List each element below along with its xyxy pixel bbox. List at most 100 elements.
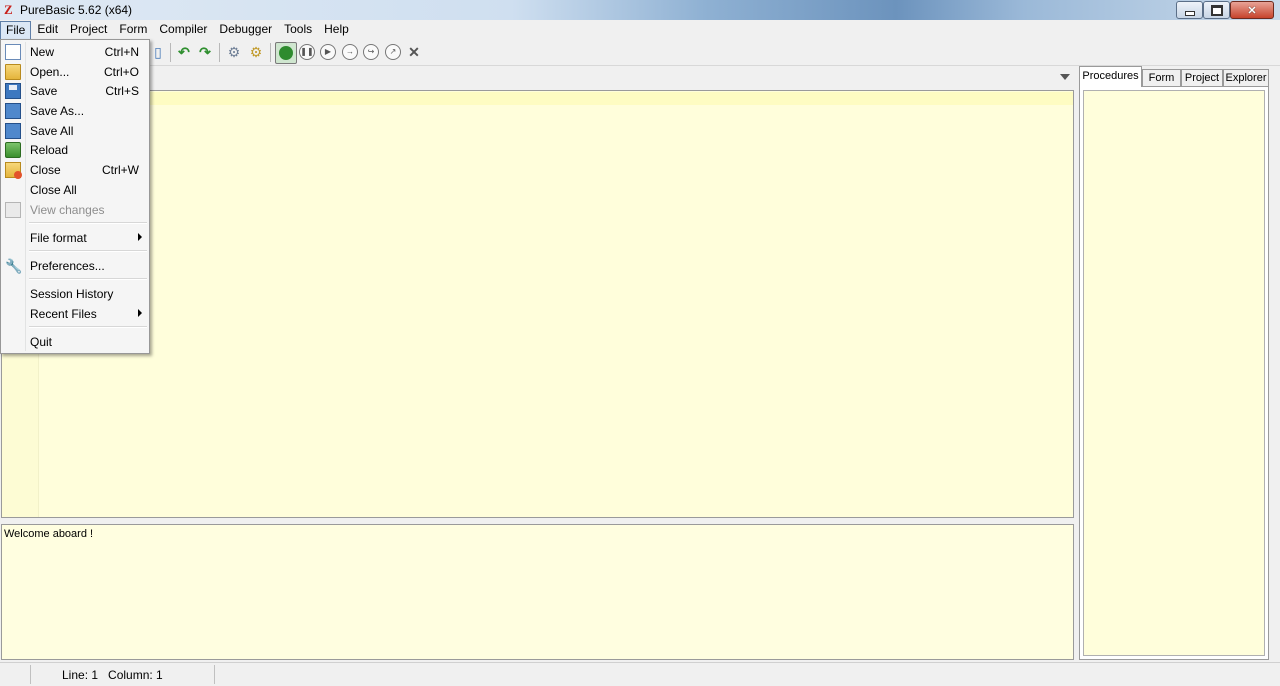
menu-separator xyxy=(29,326,147,328)
cursor-position: Line: 1 Column: 1 xyxy=(62,668,163,682)
output-panel[interactable]: Welcome aboard ! xyxy=(1,524,1074,660)
menu-item-label: Save All xyxy=(30,124,74,138)
menu-item-open[interactable]: Open... Ctrl+O xyxy=(3,62,147,81)
menu-item-save-as[interactable]: Save As... xyxy=(3,101,147,120)
close-file-icon xyxy=(5,162,22,179)
tab-project[interactable]: Project xyxy=(1181,69,1223,86)
menu-tools[interactable]: Tools xyxy=(278,20,318,39)
new-file-icon xyxy=(5,44,21,60)
step-over-icon[interactable]: ↪ xyxy=(363,44,379,60)
status-bar: Line: 1 Column: 1 xyxy=(0,662,1280,686)
menu-item-label: Preferences... xyxy=(30,259,105,273)
menu-item-save[interactable]: Save Ctrl+S xyxy=(3,81,147,100)
view-changes-icon xyxy=(5,202,21,218)
toolbar-separator xyxy=(270,43,271,62)
compile-gear-icon[interactable]: ⚙ xyxy=(226,44,242,60)
tabs-dropdown-icon[interactable] xyxy=(1060,74,1070,80)
step-out-icon[interactable]: ↗ xyxy=(385,44,401,60)
side-panel-tabs: Procedures Form Project Explorer xyxy=(1079,66,1269,87)
menu-item-label: Open... xyxy=(30,65,70,79)
toolbar: ▯ ↶ ↷ ⚙ ⚙ ❚❚ ▶ → ↪ ↗ ✕ xyxy=(0,40,1280,66)
menu-item-shortcut: Ctrl+O xyxy=(103,65,139,79)
menu-item-label: New xyxy=(30,45,55,59)
paste-icon[interactable]: ▯ xyxy=(150,44,166,60)
menu-item-label: View changes xyxy=(30,203,105,217)
menu-item-close[interactable]: Close Ctrl+W xyxy=(3,160,147,179)
menu-item-close-all[interactable]: Close All xyxy=(3,180,147,199)
purebasic-logo-icon: Z xyxy=(4,2,13,17)
close-window-button[interactable]: ✕ xyxy=(1230,1,1274,19)
tab-form[interactable]: Form xyxy=(1142,69,1181,86)
maximize-button[interactable] xyxy=(1203,1,1230,19)
kill-program-icon[interactable]: ✕ xyxy=(406,44,422,60)
menu-item-reload[interactable]: Reload xyxy=(3,140,147,159)
menu-item-label: Save xyxy=(30,84,58,98)
menu-edit[interactable]: Edit xyxy=(31,20,64,39)
toolbar-separator xyxy=(170,43,171,62)
editor-tabs-bar xyxy=(0,66,1076,90)
status-separator xyxy=(214,665,215,684)
file-menu-dropdown: New Ctrl+N Open... Ctrl+O Save Ctrl+S Sa… xyxy=(0,39,150,354)
menu-compiler[interactable]: Compiler xyxy=(153,20,213,39)
bug-icon xyxy=(279,46,293,60)
menu-item-label: Save As... xyxy=(30,104,85,118)
wrench-icon: 🔧 xyxy=(5,258,23,274)
menu-item-shortcut: Ctrl+S xyxy=(105,84,139,98)
procedures-list[interactable] xyxy=(1083,90,1265,656)
menu-debugger[interactable]: Debugger xyxy=(213,20,278,39)
code-editor[interactable] xyxy=(1,90,1074,518)
menu-item-label: Close All xyxy=(30,183,77,197)
side-panel xyxy=(1079,86,1269,660)
menu-item-label: Quit xyxy=(30,335,53,349)
minimize-icon xyxy=(1184,10,1195,16)
open-folder-icon xyxy=(5,64,21,80)
menu-separator xyxy=(29,278,147,280)
menu-file[interactable]: File xyxy=(0,21,32,40)
menu-item-label: Recent Files xyxy=(30,307,97,321)
submenu-arrow-icon xyxy=(138,233,142,241)
menu-item-shortcut: Ctrl+N xyxy=(104,45,139,59)
status-separator xyxy=(30,665,31,684)
undo-icon[interactable]: ↶ xyxy=(176,44,192,60)
menu-item-label: File format xyxy=(30,231,87,245)
redo-icon[interactable]: ↷ xyxy=(197,44,213,60)
window-controls: ✕ xyxy=(1176,1,1274,19)
output-message: Welcome aboard ! xyxy=(4,528,94,540)
minimize-button[interactable] xyxy=(1176,1,1203,19)
menu-form[interactable]: Form xyxy=(113,20,153,39)
save-as-icon xyxy=(5,103,21,119)
menu-item-session-history[interactable]: Session History xyxy=(3,284,147,303)
menu-item-new[interactable]: New Ctrl+N xyxy=(3,42,147,61)
close-icon: ✕ xyxy=(1247,4,1257,17)
window-title: PureBasic 5.62 (x64) xyxy=(20,3,133,17)
pause-icon[interactable]: ❚❚ xyxy=(299,44,315,60)
menu-item-view-changes: View changes xyxy=(3,200,147,219)
menu-item-label: Reload xyxy=(30,143,69,157)
submenu-arrow-icon xyxy=(138,309,142,317)
debugger-button[interactable] xyxy=(275,42,297,64)
toolbar-separator xyxy=(219,43,220,62)
step-icon[interactable]: → xyxy=(342,44,358,60)
menu-item-save-all[interactable]: Save All xyxy=(3,121,147,140)
menu-separator xyxy=(29,222,147,224)
menu-item-preferences[interactable]: 🔧 Preferences... xyxy=(3,256,147,275)
menu-item-quit[interactable]: Quit xyxy=(3,332,147,351)
menu-item-recent-files[interactable]: Recent Files xyxy=(3,304,147,323)
menu-item-shortcut: Ctrl+W xyxy=(102,163,139,177)
current-line-highlight xyxy=(38,92,1073,105)
restore-icon xyxy=(1210,4,1223,16)
menu-item-label: Session History xyxy=(30,287,114,301)
menu-help[interactable]: Help xyxy=(318,20,355,39)
menu-project[interactable]: Project xyxy=(64,20,113,39)
title-bar: Z PureBasic 5.62 (x64) ✕ xyxy=(0,0,1280,20)
reload-icon xyxy=(5,142,21,158)
build-gear-icon[interactable]: ⚙ xyxy=(248,44,264,60)
continue-icon[interactable]: ▶ xyxy=(320,44,336,60)
save-disk-icon xyxy=(5,83,21,99)
menu-bar: File Edit Project Form Compiler Debugger… xyxy=(0,20,1280,40)
save-all-icon xyxy=(5,123,21,139)
tab-explorer[interactable]: Explorer xyxy=(1223,69,1269,86)
tab-procedures[interactable]: Procedures xyxy=(1079,66,1142,87)
menu-item-file-format[interactable]: File format xyxy=(3,228,147,247)
menu-separator xyxy=(29,250,147,252)
